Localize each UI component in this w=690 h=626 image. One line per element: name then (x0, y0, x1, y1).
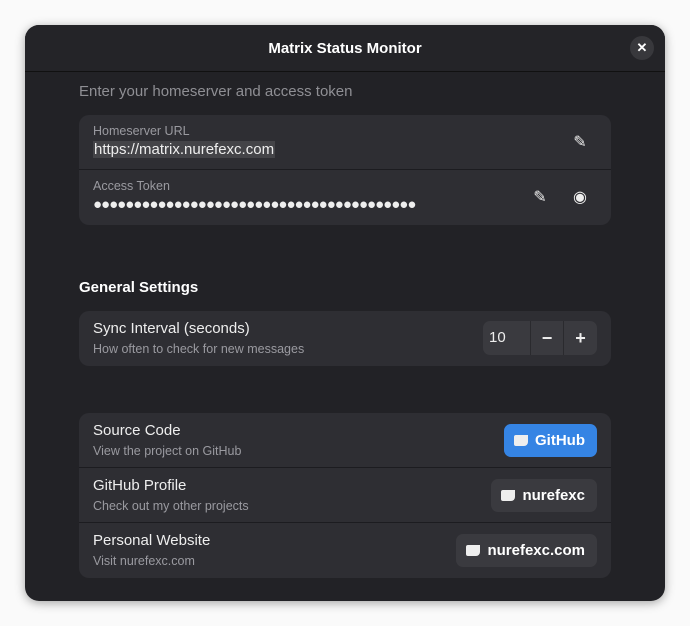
github-button[interactable]: GitHub (504, 424, 597, 457)
edit-pencil-icon[interactable]: ✎ (530, 187, 550, 207)
token-field[interactable]: ●●●●●●●●●●●●●●●●●●●●●●●●●●●●●●●●●●●●●●●● (93, 196, 517, 213)
website-button[interactable]: nurefexc.com (456, 534, 597, 567)
token-row[interactable]: Access Token ●●●●●●●●●●●●●●●●●●●●●●●●●●●… (79, 170, 611, 225)
increment-button[interactable]: + (564, 321, 597, 355)
link-desc: View the project on GitHub (93, 444, 242, 458)
sync-interval-stepper: 10 − + (483, 321, 597, 355)
homeserver-field[interactable]: https://matrix.nurefexc.com (93, 141, 276, 158)
header-bar: Matrix Status Monitor ✕ (25, 25, 665, 72)
link-icon (466, 545, 481, 556)
sync-desc: How often to check for new messages (93, 342, 305, 356)
link-row-profile: GitHub Profile Check out my other projec… (79, 468, 611, 523)
link-title: GitHub Profile (93, 477, 187, 494)
close-button[interactable]: ✕ (630, 36, 654, 60)
window-title: Matrix Status Monitor (268, 39, 422, 57)
link-icon (514, 435, 528, 446)
homeserver-row[interactable]: Homeserver URL https://matrix.nurefexc.c… (79, 115, 611, 170)
decrement-button[interactable]: − (531, 321, 564, 355)
profile-button[interactable]: nurefexc (491, 479, 597, 512)
homeserver-value: https://matrix.nurefexc.com (93, 141, 276, 158)
link-desc: Visit nurefexc.com (93, 554, 195, 568)
token-label: Access Token (93, 179, 170, 193)
sync-interval-row: Sync Interval (seconds) How often to che… (79, 311, 611, 366)
account-subtitle: Enter your homeserver and access token (79, 83, 353, 100)
edit-pencil-icon[interactable]: ✎ (570, 132, 590, 152)
homeserver-label: Homeserver URL (93, 124, 190, 138)
sync-title: Sync Interval (seconds) (93, 320, 250, 337)
close-icon: ✕ (636, 40, 648, 55)
link-title: Source Code (93, 422, 181, 439)
link-row-source: Source Code View the project on GitHub G… (79, 413, 611, 468)
link-row-website: Personal Website Visit nurefexc.com nure… (79, 523, 611, 578)
account-card: Homeserver URL https://matrix.nurefexc.c… (79, 115, 611, 225)
eye-icon[interactable]: ◉ (570, 187, 590, 207)
sync-interval-input[interactable]: 10 (483, 321, 531, 355)
dialog-window: Matrix Status Monitor ✕ Enter your homes… (25, 25, 665, 601)
button-label: nurefexc (522, 487, 585, 504)
general-card: Sync Interval (seconds) How often to che… (79, 311, 611, 366)
link-icon (501, 490, 516, 501)
link-title: Personal Website (93, 532, 211, 549)
button-label: nurefexc.com (487, 542, 585, 559)
link-desc: Check out my other projects (93, 499, 249, 513)
links-card: Source Code View the project on GitHub G… (79, 413, 611, 578)
general-settings-title: General Settings (79, 279, 199, 296)
button-label: GitHub (535, 432, 585, 449)
